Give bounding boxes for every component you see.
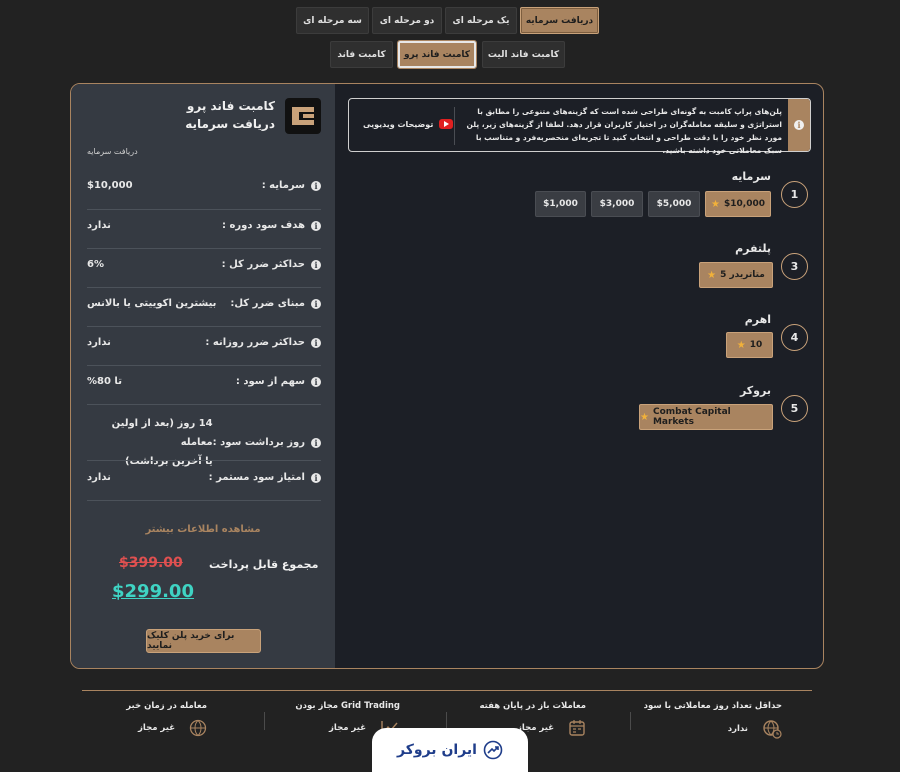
new-price: $299.00 — [112, 581, 194, 602]
step-title-capital: سرمایه — [731, 170, 771, 183]
capital-option-10000[interactable]: ★ $10,000 — [705, 191, 771, 217]
summary-row-profit-share: i سهم از سود : تا 80% — [87, 376, 321, 387]
feature-separator — [264, 712, 265, 730]
plan-name: کامبت فاند پرو — [186, 99, 275, 113]
summary-row-consistency: i امتیاز سود مستمر : ندارد — [87, 472, 321, 483]
tab-one-step[interactable]: یک مرحله ای — [445, 7, 517, 34]
total-label: مجموع قابل پرداخت — [209, 558, 319, 571]
notice-separator — [454, 107, 455, 145]
row-value: $10,000 — [87, 180, 133, 191]
divider — [87, 460, 321, 461]
divider — [87, 365, 321, 366]
video-tutorial-button[interactable]: توضیحات ویدیویی — [363, 119, 454, 129]
info-icon[interactable]: i — [311, 376, 321, 387]
summary-panel: کامبت فاند پرو دریافت سرمایه دریافت سرما… — [71, 84, 335, 668]
platform-option-mt5[interactable]: ★ متاتریدر 5 — [699, 262, 773, 288]
tab-combat-elite[interactable]: کامبت فاند الیت — [482, 41, 565, 68]
summary-row-daily-loss: i حداکثر ضرر روزانه : ندارد — [87, 337, 321, 348]
plan-card: کامبت فاند پرو دریافت سرمایه دریافت سرما… — [70, 83, 824, 669]
tab-funded[interactable]: دریافت سرمایه — [520, 7, 599, 34]
step-number: 3 — [781, 253, 808, 280]
step-number: 5 — [781, 395, 808, 422]
star-icon: ★ — [736, 339, 746, 351]
info-icon[interactable]: i — [311, 337, 321, 348]
info-icon[interactable]: i — [311, 180, 321, 191]
summary-row-loss-basis: i مبنای ضرر کل: بیشترین اکوییتی یا بالانس — [87, 298, 321, 309]
info-icon[interactable]: i — [311, 259, 321, 270]
row-value: ندارد — [87, 472, 111, 483]
more-info-link[interactable]: مشاهده اطلاعات بیشتر — [71, 524, 335, 535]
divider — [87, 248, 321, 249]
old-price: $399.00 — [119, 555, 183, 571]
buy-plan-button[interactable]: برای خرید پلن کلیک نمایید — [146, 629, 261, 653]
plan-subtitle: دریافت سرمایه — [185, 117, 275, 131]
star-icon: ★ — [711, 198, 720, 210]
divider — [87, 500, 321, 501]
divider — [87, 287, 321, 288]
breadcrumb: دریافت سرمایه — [87, 147, 138, 156]
summary-row-profit-target: i هدف سود دوره : ندارد — [87, 220, 321, 231]
divider — [87, 404, 321, 405]
summary-row-withdraw-day: i روز برداشت سود : 14 روز (بعد از اولین م… — [87, 414, 321, 471]
step-title-platform: پلتفرم — [735, 242, 771, 255]
step-title-leverage: اهرم — [744, 313, 771, 326]
tab-two-step[interactable]: دو مرحله ای — [372, 7, 442, 34]
divider — [87, 326, 321, 327]
notice-info-tab: i — [788, 99, 810, 151]
step-title-broker: بروکر — [739, 384, 771, 397]
leverage-option-10[interactable]: ★ 10 — [726, 332, 773, 358]
capital-option-3000[interactable]: $3,000 — [591, 191, 643, 217]
watermark-badge: ایران بروکر — [372, 728, 528, 772]
step-number: 4 — [781, 324, 808, 351]
star-icon: ★ — [640, 411, 649, 423]
row-value: ندارد — [87, 220, 111, 231]
step-number: 1 — [781, 181, 808, 208]
row-value: بیشترین اکوییتی یا بالانس — [87, 298, 217, 309]
divider — [87, 209, 321, 210]
notice-text: پلن‌های پراپ کامبت به گونه‌ای طراحی شده … — [466, 107, 782, 155]
summary-row-capital: i سرمایه : $10,000 — [87, 180, 321, 191]
tab-combat-fund[interactable]: کامبت فاند — [330, 41, 393, 68]
row-value: 6% — [87, 259, 104, 270]
trend-logo-icon — [483, 740, 503, 760]
clock-globe-icon — [762, 719, 782, 739]
watermark-text: ایران بروکر — [397, 742, 477, 758]
broker-option-combat-capital[interactable]: ★ Combat Capital Markets — [639, 404, 773, 430]
row-value: ندارد — [87, 337, 111, 348]
info-icon[interactable]: i — [311, 220, 321, 231]
bottom-divider — [82, 690, 812, 691]
info-icon: i — [794, 120, 804, 130]
summary-row-max-loss: i حداکثر ضرر کل : 6% — [87, 259, 321, 270]
info-icon[interactable]: i — [311, 437, 321, 448]
row-value: 14 روز (بعد از اولین معامله یا آخرین برد… — [111, 418, 213, 467]
info-icon[interactable]: i — [311, 472, 321, 483]
globe-icon — [189, 719, 207, 737]
star-icon: ★ — [707, 269, 717, 281]
calendar-icon — [568, 719, 586, 737]
feature-separator — [630, 712, 631, 730]
tab-combat-pro[interactable]: کامبت فاند پرو — [397, 40, 477, 69]
capital-option-1000[interactable]: $1,000 — [535, 191, 586, 217]
feature-news-trading: معامله در زمان خبر غیر مجاز — [126, 701, 207, 737]
tab-three-step[interactable]: سه مرحله ای — [296, 7, 369, 34]
plan-logo — [285, 98, 321, 134]
notice-box: i پلن‌های پراپ کامبت به گونه‌ای طراحی شد… — [348, 98, 811, 155]
feature-min-trading-days: حداقل تعداد روز معاملاتی با سود ندارد — [644, 701, 782, 739]
youtube-icon — [439, 119, 454, 129]
capital-option-5000[interactable]: $5,000 — [648, 191, 700, 217]
combat-logo-icon — [292, 107, 314, 125]
info-icon[interactable]: i — [311, 298, 321, 309]
row-value: تا 80% — [87, 376, 122, 387]
